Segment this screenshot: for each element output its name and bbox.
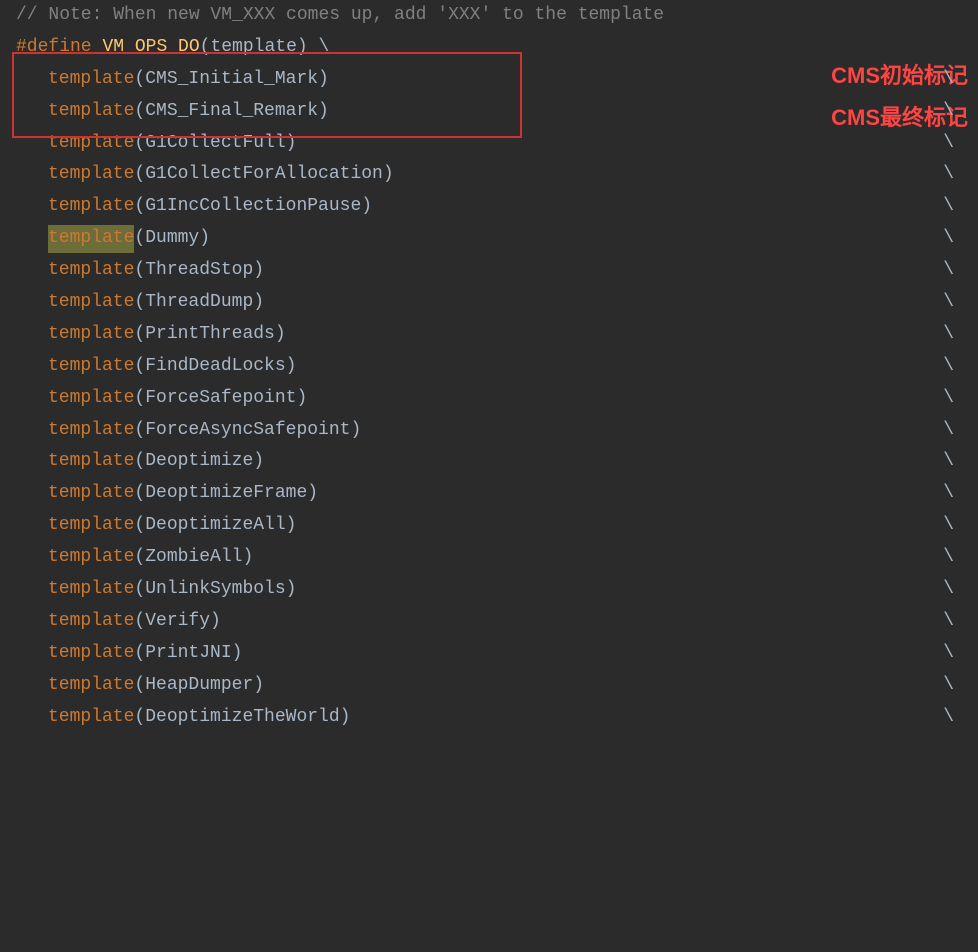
template-kw-dummy: template bbox=[48, 225, 134, 253]
line-thread-stop: template (ThreadStop) \ bbox=[0, 255, 978, 287]
backslash-5: \ bbox=[943, 193, 962, 221]
line-find-deadlocks: template (FindDeadLocks) \ bbox=[0, 351, 978, 383]
template-kw-9: template bbox=[48, 353, 134, 381]
comment-line: // Note: When new VM_XXX comes up, add '… bbox=[0, 0, 978, 32]
arg-deoptimize-all: (DeoptimizeAll) bbox=[134, 512, 296, 540]
line-unlink-symbols: template (UnlinkSymbols) \ bbox=[0, 574, 978, 606]
backslash-14: \ bbox=[943, 512, 962, 540]
line-deoptimize: template (Deoptimize) \ bbox=[0, 446, 978, 478]
template-kw-1: template bbox=[48, 66, 134, 94]
line-deoptimize-all: template (DeoptimizeAll) \ bbox=[0, 510, 978, 542]
template-kw-10: template bbox=[48, 385, 134, 413]
line-cms-initial: template (CMS_Initial_Mark) \ bbox=[0, 64, 978, 96]
template-kw-16: template bbox=[48, 576, 134, 604]
arg-dummy: (Dummy) bbox=[134, 225, 210, 253]
template-kw-15: template bbox=[48, 544, 134, 572]
template-kw-12: template bbox=[48, 448, 134, 476]
template-kw-13: template bbox=[48, 480, 134, 508]
arg-print-threads: (PrintThreads) bbox=[134, 321, 285, 349]
backslash-8: \ bbox=[943, 321, 962, 349]
backslash-16: \ bbox=[943, 576, 962, 604]
arg-deoptimize-frame: (DeoptimizeFrame) bbox=[134, 480, 318, 508]
template-kw-8: template bbox=[48, 321, 134, 349]
arg-thread-stop: (ThreadStop) bbox=[134, 257, 264, 285]
arg-heap-dumper: (HeapDumper) bbox=[134, 672, 264, 700]
backslash-1: \ bbox=[943, 66, 962, 94]
backslash-11: \ bbox=[943, 417, 962, 445]
line-thread-dump: template (ThreadDump) \ bbox=[0, 287, 978, 319]
code-editor: // Note: When new VM_XXX comes up, add '… bbox=[0, 0, 978, 733]
arg-cms-final: (CMS_Final_Remark) bbox=[134, 98, 328, 126]
backslash-12: \ bbox=[943, 448, 962, 476]
backslash-2: \ bbox=[943, 98, 962, 126]
comment-text: // Note: When new VM_XXX comes up, add '… bbox=[16, 2, 664, 30]
arg-g1-full: (G1CollectFull) bbox=[134, 130, 296, 158]
macro-name: VM_OPS_DO bbox=[102, 34, 199, 62]
backslash-20: \ bbox=[943, 704, 962, 732]
arg-force-safepoint: (ForceSafepoint) bbox=[134, 385, 307, 413]
define-keyword: #define bbox=[16, 34, 92, 62]
backslash-10: \ bbox=[943, 385, 962, 413]
line-g1-alloc: template (G1CollectForAllocation) \ bbox=[0, 159, 978, 191]
arg-thread-dump: (ThreadDump) bbox=[134, 289, 264, 317]
arg-verify: (Verify) bbox=[134, 608, 220, 636]
template-kw-3: template bbox=[48, 130, 134, 158]
backslash-4: \ bbox=[943, 161, 962, 189]
arg-zombie-all: (ZombieAll) bbox=[134, 544, 253, 572]
line-zombie-all: template (ZombieAll) \ bbox=[0, 542, 978, 574]
line-g1-full: template (G1CollectFull) \ bbox=[0, 128, 978, 160]
backslash-15: \ bbox=[943, 544, 962, 572]
template-kw-14: template bbox=[48, 512, 134, 540]
line-heap-dumper: template (HeapDumper) \ bbox=[0, 670, 978, 702]
template-kw-19: template bbox=[48, 672, 134, 700]
define-params: (template) \ bbox=[200, 34, 330, 62]
line-g1-inc: template (G1IncCollectionPause) \ bbox=[0, 191, 978, 223]
arg-cms-initial: (CMS_Initial_Mark) bbox=[134, 66, 328, 94]
backslash-18: \ bbox=[943, 640, 962, 668]
line-deoptimize-world: template (DeoptimizeTheWorld) \ bbox=[0, 702, 978, 734]
template-kw-18: template bbox=[48, 640, 134, 668]
line-deoptimize-frame: template (DeoptimizeFrame) \ bbox=[0, 478, 978, 510]
backslash-7: \ bbox=[943, 289, 962, 317]
backslash-13: \ bbox=[943, 480, 962, 508]
template-kw-20: template bbox=[48, 704, 134, 732]
backslash-9: \ bbox=[943, 353, 962, 381]
line-force-safepoint: template (ForceSafepoint) \ bbox=[0, 383, 978, 415]
arg-g1-alloc: (G1CollectForAllocation) bbox=[134, 161, 393, 189]
line-verify: template (Verify) \ bbox=[0, 606, 978, 638]
arg-find-deadlocks: (FindDeadLocks) bbox=[134, 353, 296, 381]
define-space bbox=[92, 34, 103, 62]
template-kw-4: template bbox=[48, 161, 134, 189]
backslash-6: \ bbox=[943, 257, 962, 285]
arg-unlink-symbols: (UnlinkSymbols) bbox=[134, 576, 296, 604]
backslash-dummy: \ bbox=[943, 225, 962, 253]
arg-print-jni: (PrintJNI) bbox=[134, 640, 242, 668]
template-kw-2: template bbox=[48, 98, 134, 126]
arg-deoptimize: (Deoptimize) bbox=[134, 448, 264, 476]
template-kw-11: template bbox=[48, 417, 134, 445]
backslash-19: \ bbox=[943, 672, 962, 700]
template-kw-7: template bbox=[48, 289, 134, 317]
line-force-async: template (ForceAsyncSafepoint) \ bbox=[0, 415, 978, 447]
template-kw-5: template bbox=[48, 193, 134, 221]
line-cms-final: template (CMS_Final_Remark) \ bbox=[0, 96, 978, 128]
line-dummy: template (Dummy) \ bbox=[0, 223, 978, 255]
arg-deoptimize-world: (DeoptimizeTheWorld) bbox=[134, 704, 350, 732]
arg-force-async: (ForceAsyncSafepoint) bbox=[134, 417, 361, 445]
arg-g1-inc: (G1IncCollectionPause) bbox=[134, 193, 372, 221]
backslash-3: \ bbox=[943, 130, 962, 158]
template-kw-17: template bbox=[48, 608, 134, 636]
line-print-threads: template (PrintThreads) \ bbox=[0, 319, 978, 351]
line-print-jni: template (PrintJNI) \ bbox=[0, 638, 978, 670]
template-kw-6: template bbox=[48, 257, 134, 285]
backslash-17: \ bbox=[943, 608, 962, 636]
